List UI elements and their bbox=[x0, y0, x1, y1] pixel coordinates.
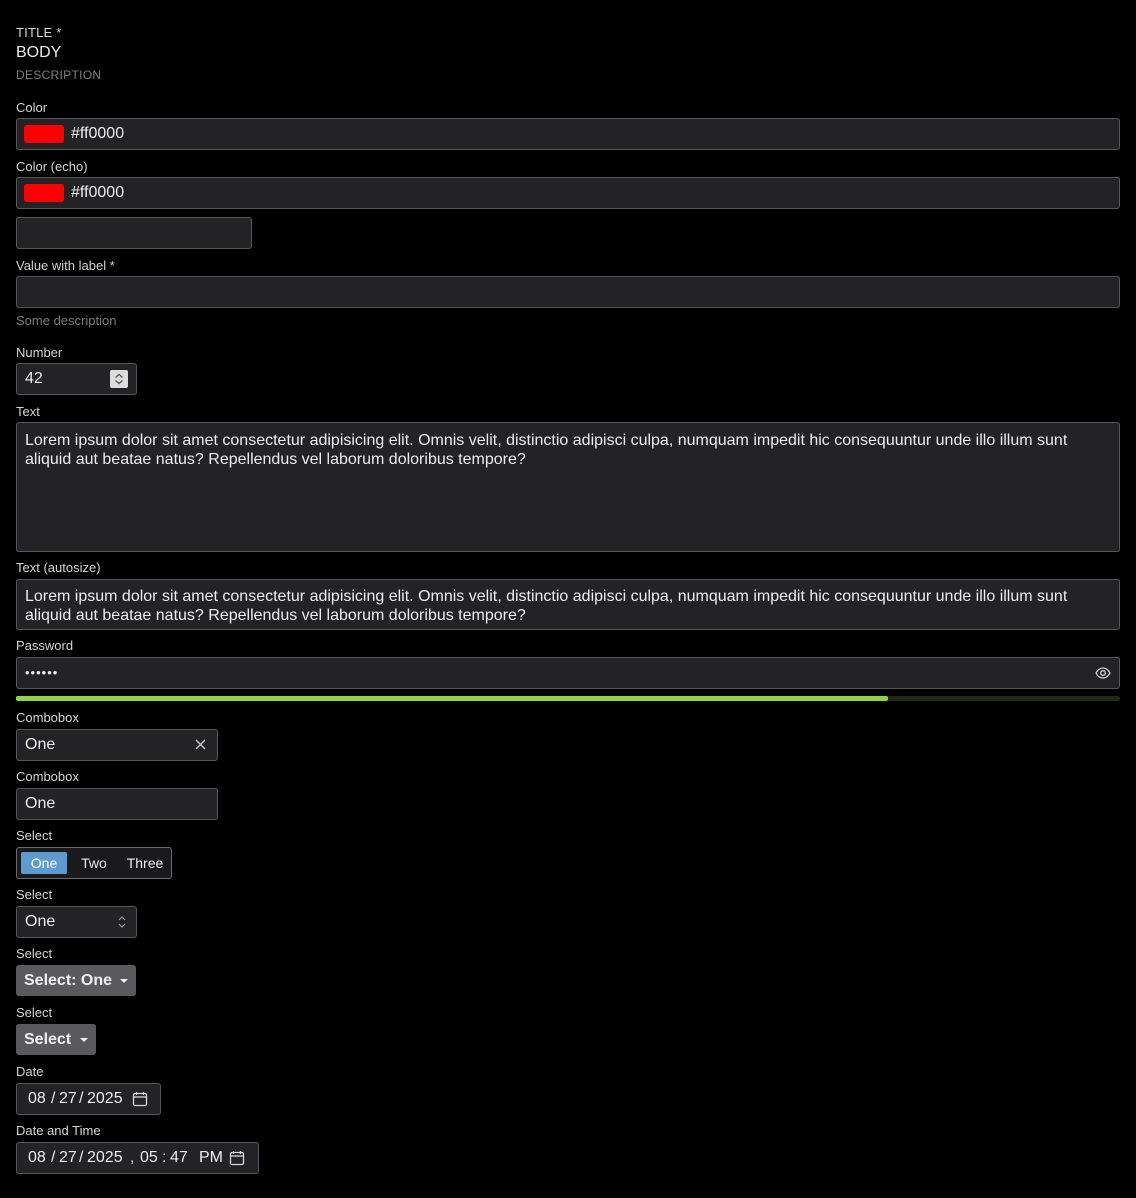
color-echo-field[interactable]: #ff0000 bbox=[16, 177, 1120, 209]
datetime-input[interactable]: 08 / 27 / 2025 , 05 : 47 PM bbox=[16, 1142, 259, 1174]
close-icon[interactable] bbox=[194, 738, 207, 756]
body-heading: BODY bbox=[16, 44, 62, 61]
value-with-label-input[interactable] bbox=[16, 276, 1120, 308]
caret-down-icon bbox=[80, 1038, 88, 1042]
color-field[interactable]: #ff0000 bbox=[16, 118, 1120, 150]
select-segmented-label: Select bbox=[16, 828, 53, 843]
combobox-value: One bbox=[25, 736, 56, 753]
password-strength-fill bbox=[16, 696, 889, 701]
text-autosize-value: Lorem ipsum dolor sit amet consectetur a… bbox=[25, 588, 1068, 624]
segment-two[interactable]: Two bbox=[73, 852, 115, 874]
datetime-day[interactable]: 27 bbox=[59, 1149, 77, 1167]
combobox-2-input[interactable]: One bbox=[16, 788, 218, 820]
date-year[interactable]: 2025 bbox=[87, 1090, 123, 1108]
color-echo-value: #ff0000 bbox=[71, 184, 125, 201]
text-autosize-label: Text (autosize) bbox=[16, 560, 101, 575]
datetime-hour[interactable]: 05 bbox=[140, 1149, 158, 1167]
datetime-minute[interactable]: 47 bbox=[170, 1149, 188, 1167]
select-menu-2-label: Select bbox=[16, 1005, 53, 1020]
select-menu-button-label: Select: One bbox=[24, 972, 113, 989]
segment-three[interactable]: Three bbox=[121, 852, 169, 874]
datetime-ampm[interactable]: PM bbox=[199, 1149, 223, 1167]
text-autosize-area[interactable]: Lorem ipsum dolor sit amet consectetur a… bbox=[16, 579, 1120, 630]
text-label: Text bbox=[16, 404, 40, 419]
date-label: Date bbox=[16, 1064, 44, 1079]
value-with-label-label: Value with label * bbox=[16, 258, 115, 273]
description-heading: DESCRIPTION bbox=[16, 68, 102, 82]
select-menu-2-button[interactable]: Select bbox=[16, 1024, 96, 1055]
unlabeled-input[interactable] bbox=[16, 217, 252, 249]
color-label: Color bbox=[16, 100, 48, 115]
spinner-icon[interactable] bbox=[110, 370, 128, 388]
calendar-icon[interactable] bbox=[229, 1150, 245, 1171]
color-value: #ff0000 bbox=[71, 125, 125, 142]
up-down-icon bbox=[117, 915, 127, 934]
combobox-label: Combobox bbox=[16, 710, 79, 725]
value-with-label-description: Some description bbox=[16, 313, 117, 328]
datetime-label: Date and Time bbox=[16, 1123, 101, 1138]
select-native[interactable]: One bbox=[16, 906, 137, 938]
text-area[interactable]: Lorem ipsum dolor sit amet consectetur a… bbox=[16, 422, 1120, 552]
segment-one[interactable]: One bbox=[21, 852, 67, 874]
color-swatch[interactable] bbox=[24, 125, 64, 143]
select-segmented-control[interactable]: One Two Three bbox=[16, 847, 172, 879]
datetime-year[interactable]: 2025 bbox=[87, 1149, 123, 1167]
title-heading: TITLE * bbox=[16, 25, 62, 40]
number-input[interactable]: 42 bbox=[16, 363, 137, 395]
number-value: 42 bbox=[25, 370, 43, 387]
text-area-value: Lorem ipsum dolor sit amet consectetur a… bbox=[25, 432, 1068, 468]
password-label: Password bbox=[16, 638, 74, 653]
combobox-input[interactable]: One bbox=[16, 729, 218, 761]
select-menu-label: Select bbox=[16, 946, 53, 961]
color-echo-label: Color (echo) bbox=[16, 159, 88, 174]
password-input[interactable]: •••••• bbox=[16, 657, 1120, 689]
date-day[interactable]: 27 bbox=[59, 1090, 77, 1108]
combobox-2-label: Combobox bbox=[16, 769, 79, 784]
datetime-month[interactable]: 08 bbox=[28, 1149, 46, 1167]
date-input[interactable]: 08 / 27 / 2025 bbox=[16, 1083, 161, 1115]
select-native-value: One bbox=[25, 913, 56, 930]
password-value: •••••• bbox=[25, 665, 59, 680]
eye-icon[interactable] bbox=[1095, 665, 1111, 686]
select-menu-2-button-label: Select bbox=[24, 1031, 72, 1048]
color-echo-swatch[interactable] bbox=[24, 184, 64, 202]
password-strength-meter bbox=[16, 696, 1120, 701]
calendar-icon[interactable] bbox=[132, 1091, 148, 1112]
combobox-2-value: One bbox=[25, 795, 56, 812]
caret-down-icon bbox=[120, 979, 128, 983]
select-menu-button[interactable]: Select: One bbox=[16, 965, 136, 996]
date-month[interactable]: 08 bbox=[28, 1090, 46, 1108]
number-label: Number bbox=[16, 345, 63, 360]
select-native-label: Select bbox=[16, 887, 53, 902]
